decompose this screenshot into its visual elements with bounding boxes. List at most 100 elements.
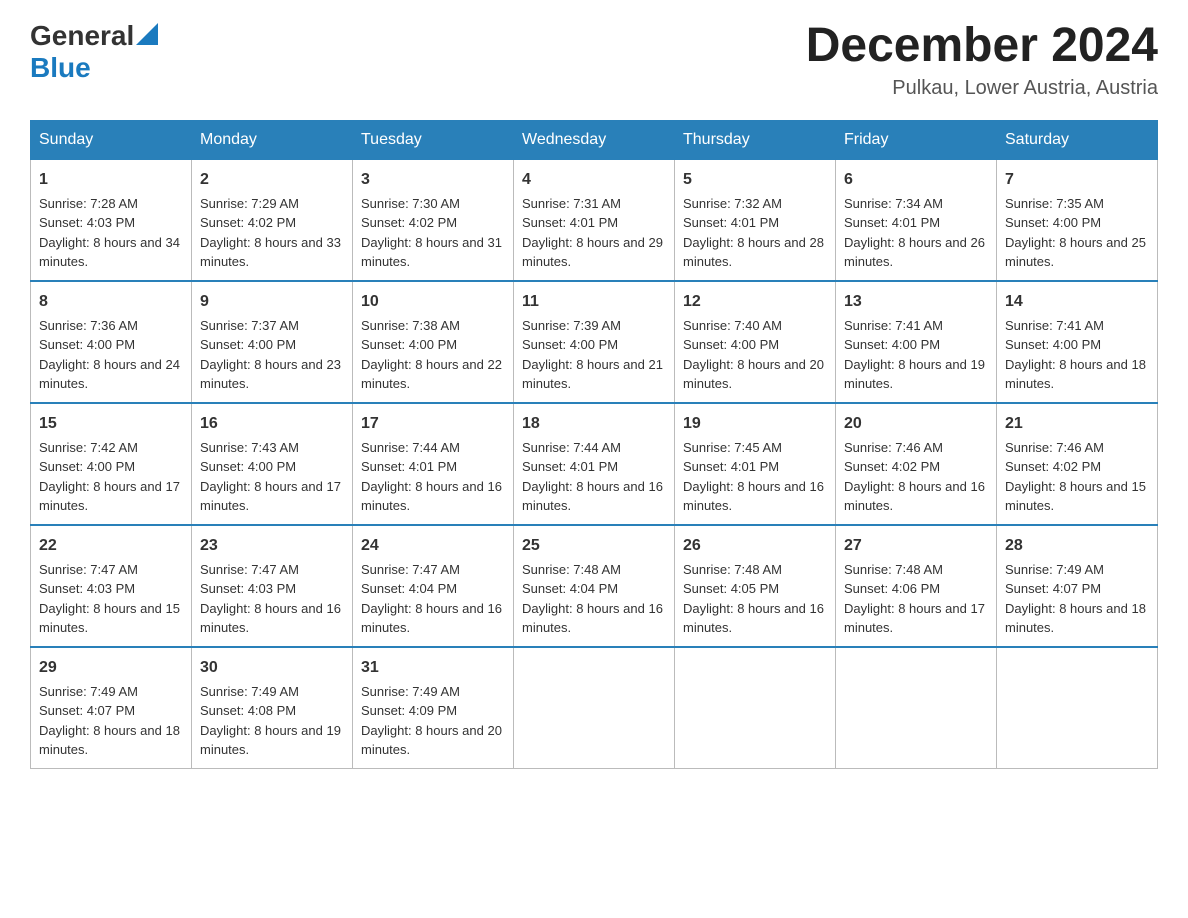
calendar-cell: 13 Sunrise: 7:41 AMSunset: 4:00 PMDayligh… [836,281,997,403]
day-info: Sunrise: 7:45 AMSunset: 4:01 PMDaylight:… [683,440,824,514]
calendar-cell: 22Sunrise: 7:47 AMSunset: 4:03 PMDayligh… [31,525,192,647]
calendar-cell: 8Sunrise: 7:36 AMSunset: 4:00 PMDaylight… [31,281,192,403]
calendar-cell [836,647,997,769]
day-of-week-header: Sunday [31,120,192,159]
day-number: 2 [200,168,344,192]
day-number: 11 [522,290,666,314]
day-number: 6 [844,168,988,192]
day-info: Sunrise: 7:41 AMSunset: 4:00 PMDaylight:… [1005,318,1146,392]
day-info: Sunrise: 7:30 AMSunset: 4:02 PMDaylight:… [361,196,502,270]
day-number: 19 [683,412,827,436]
page-header: General Blue December 2024 Pulkau, Lower… [30,20,1158,100]
day-of-week-header: Friday [836,120,997,159]
day-number: 10 [361,290,505,314]
calendar-cell: 18 Sunrise: 7:44 AMSunset: 4:01 PMDayligh… [514,403,675,525]
logo: General Blue [30,20,158,84]
month-title: December 2024 [806,20,1158,73]
day-number: 5 [683,168,827,192]
day-info: Sunrise: 7:49 AMSunset: 4:07 PMDaylight:… [39,684,180,758]
calendar-week-row: 22Sunrise: 7:47 AMSunset: 4:03 PMDayligh… [31,525,1158,647]
day-number: 30 [200,656,344,680]
calendar-cell: 21 Sunrise: 7:46 AMSunset: 4:02 PMDayligh… [997,403,1158,525]
day-number: 4 [522,168,666,192]
calendar-week-row: 1Sunrise: 7:28 AMSunset: 4:03 PMDaylight… [31,159,1158,281]
calendar-cell [997,647,1158,769]
day-number: 9 [200,290,344,314]
calendar-cell: 10Sunrise: 7:38 AMSunset: 4:00 PMDayligh… [353,281,514,403]
calendar-table: SundayMondayTuesdayWednesdayThursdayFrid… [30,120,1158,769]
calendar-cell: 27Sunrise: 7:48 AMSunset: 4:06 PMDayligh… [836,525,997,647]
day-info: Sunrise: 7:44 AMSunset: 4:01 PMDaylight:… [361,440,502,514]
day-info: Sunrise: 7:47 AMSunset: 4:03 PMDaylight:… [200,562,341,636]
calendar-week-row: 15 Sunrise: 7:42 AMSunset: 4:00 PMDayligh… [31,403,1158,525]
day-info: Sunrise: 7:40 AMSunset: 4:00 PMDaylight:… [683,318,824,392]
logo-blue-text: Blue [30,52,91,83]
calendar-cell: 14 Sunrise: 7:41 AMSunset: 4:00 PMDayligh… [997,281,1158,403]
calendar-cell: 30 Sunrise: 7:49 AMSunset: 4:08 PMDayligh… [192,647,353,769]
calendar-cell [514,647,675,769]
day-number: 28 [1005,534,1149,558]
day-info: Sunrise: 7:34 AMSunset: 4:01 PMDaylight:… [844,196,985,270]
calendar-cell [675,647,836,769]
day-number: 18 [522,412,666,436]
day-info: Sunrise: 7:46 AMSunset: 4:02 PMDaylight:… [1005,440,1146,514]
day-info: Sunrise: 7:48 AMSunset: 4:06 PMDaylight:… [844,562,985,636]
day-info: Sunrise: 7:36 AMSunset: 4:00 PMDaylight:… [39,318,180,392]
logo-arrow-icon [136,23,158,45]
day-info: Sunrise: 7:29 AMSunset: 4:02 PMDaylight:… [200,196,341,270]
location-subtitle: Pulkau, Lower Austria, Austria [806,77,1158,100]
day-info: Sunrise: 7:48 AMSunset: 4:05 PMDaylight:… [683,562,824,636]
calendar-body: 1Sunrise: 7:28 AMSunset: 4:03 PMDaylight… [31,159,1158,768]
day-number: 13 [844,290,988,314]
day-of-week-header: Saturday [997,120,1158,159]
day-info: Sunrise: 7:42 AMSunset: 4:00 PMDaylight:… [39,440,180,514]
calendar-cell: 17 Sunrise: 7:44 AMSunset: 4:01 PMDayligh… [353,403,514,525]
day-number: 12 [683,290,827,314]
calendar-header: SundayMondayTuesdayWednesdayThursdayFrid… [31,120,1158,159]
day-of-week-header: Monday [192,120,353,159]
calendar-cell: 4Sunrise: 7:31 AMSunset: 4:01 PMDaylight… [514,159,675,281]
day-number: 17 [361,412,505,436]
calendar-week-row: 29Sunrise: 7:49 AMSunset: 4:07 PMDayligh… [31,647,1158,769]
day-info: Sunrise: 7:41 AMSunset: 4:00 PMDaylight:… [844,318,985,392]
calendar-cell: 31 Sunrise: 7:49 AMSunset: 4:09 PMDayligh… [353,647,514,769]
calendar-cell: 25Sunrise: 7:48 AMSunset: 4:04 PMDayligh… [514,525,675,647]
logo-general-text: General [30,20,134,52]
calendar-cell: 9 Sunrise: 7:37 AMSunset: 4:00 PMDaylight… [192,281,353,403]
title-area: December 2024 Pulkau, Lower Austria, Aus… [806,20,1158,100]
day-info: Sunrise: 7:48 AMSunset: 4:04 PMDaylight:… [522,562,663,636]
day-number: 3 [361,168,505,192]
day-number: 26 [683,534,827,558]
day-info: Sunrise: 7:35 AMSunset: 4:00 PMDaylight:… [1005,196,1146,270]
day-number: 23 [200,534,344,558]
day-info: Sunrise: 7:49 AMSunset: 4:08 PMDaylight:… [200,684,341,758]
calendar-cell: 12 Sunrise: 7:40 AMSunset: 4:00 PMDayligh… [675,281,836,403]
calendar-cell: 28 Sunrise: 7:49 AMSunset: 4:07 PMDayligh… [997,525,1158,647]
calendar-cell: 19 Sunrise: 7:45 AMSunset: 4:01 PMDayligh… [675,403,836,525]
day-info: Sunrise: 7:47 AMSunset: 4:03 PMDaylight:… [39,562,180,636]
calendar-cell: 29Sunrise: 7:49 AMSunset: 4:07 PMDayligh… [31,647,192,769]
day-number: 14 [1005,290,1149,314]
day-info: Sunrise: 7:44 AMSunset: 4:01 PMDaylight:… [522,440,663,514]
day-number: 24 [361,534,505,558]
day-of-week-header: Thursday [675,120,836,159]
day-info: Sunrise: 7:49 AMSunset: 4:09 PMDaylight:… [361,684,502,758]
day-info: Sunrise: 7:43 AMSunset: 4:00 PMDaylight:… [200,440,341,514]
day-info: Sunrise: 7:32 AMSunset: 4:01 PMDaylight:… [683,196,824,270]
day-info: Sunrise: 7:47 AMSunset: 4:04 PMDaylight:… [361,562,502,636]
day-of-week-header: Tuesday [353,120,514,159]
calendar-cell: 26 Sunrise: 7:48 AMSunset: 4:05 PMDayligh… [675,525,836,647]
day-number: 7 [1005,168,1149,192]
calendar-week-row: 8Sunrise: 7:36 AMSunset: 4:00 PMDaylight… [31,281,1158,403]
day-info: Sunrise: 7:37 AMSunset: 4:00 PMDaylight:… [200,318,341,392]
day-number: 31 [361,656,505,680]
day-info: Sunrise: 7:49 AMSunset: 4:07 PMDaylight:… [1005,562,1146,636]
day-header-row: SundayMondayTuesdayWednesdayThursdayFrid… [31,120,1158,159]
calendar-cell: 5 Sunrise: 7:32 AMSunset: 4:01 PMDaylight… [675,159,836,281]
day-number: 21 [1005,412,1149,436]
day-number: 1 [39,168,183,192]
day-number: 15 [39,412,183,436]
day-info: Sunrise: 7:39 AMSunset: 4:00 PMDaylight:… [522,318,663,392]
calendar-cell: 16Sunrise: 7:43 AMSunset: 4:00 PMDayligh… [192,403,353,525]
calendar-cell: 20Sunrise: 7:46 AMSunset: 4:02 PMDayligh… [836,403,997,525]
